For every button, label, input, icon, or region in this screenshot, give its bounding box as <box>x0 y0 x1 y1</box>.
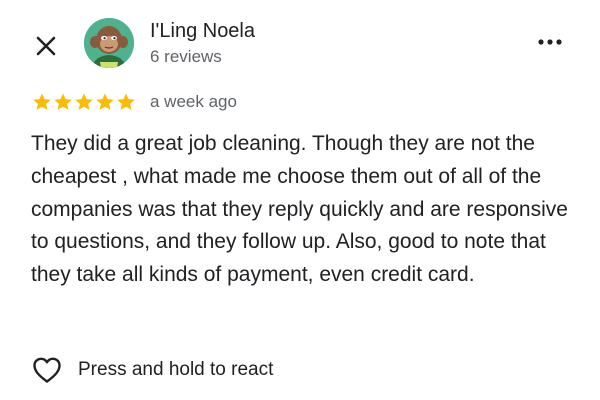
review-time: a week ago <box>150 92 237 111</box>
react-button[interactable]: Press and hold to react <box>32 356 273 384</box>
review-text: They did a great job cleaning. Though th… <box>31 132 568 287</box>
rating-row: a week ago <box>32 92 237 112</box>
reviewer-review-count: 6 reviews <box>150 47 222 66</box>
reviewer-name[interactable]: I'Ling Noela <box>150 20 255 43</box>
star-icon <box>96 93 114 110</box>
heart-outline-icon <box>33 357 61 383</box>
star-icon <box>117 93 135 110</box>
more-horizontal-icon <box>538 39 562 45</box>
more-options-button[interactable] <box>536 32 564 52</box>
avatar[interactable] <box>84 18 134 68</box>
star-icon <box>75 93 93 110</box>
close-button[interactable] <box>30 30 62 62</box>
star-icon <box>54 93 72 110</box>
star-rating <box>32 92 136 112</box>
star-icon <box>33 93 51 110</box>
avatar-image <box>84 18 134 68</box>
react-label: Press and hold to react <box>78 359 274 380</box>
close-icon <box>36 36 56 56</box>
